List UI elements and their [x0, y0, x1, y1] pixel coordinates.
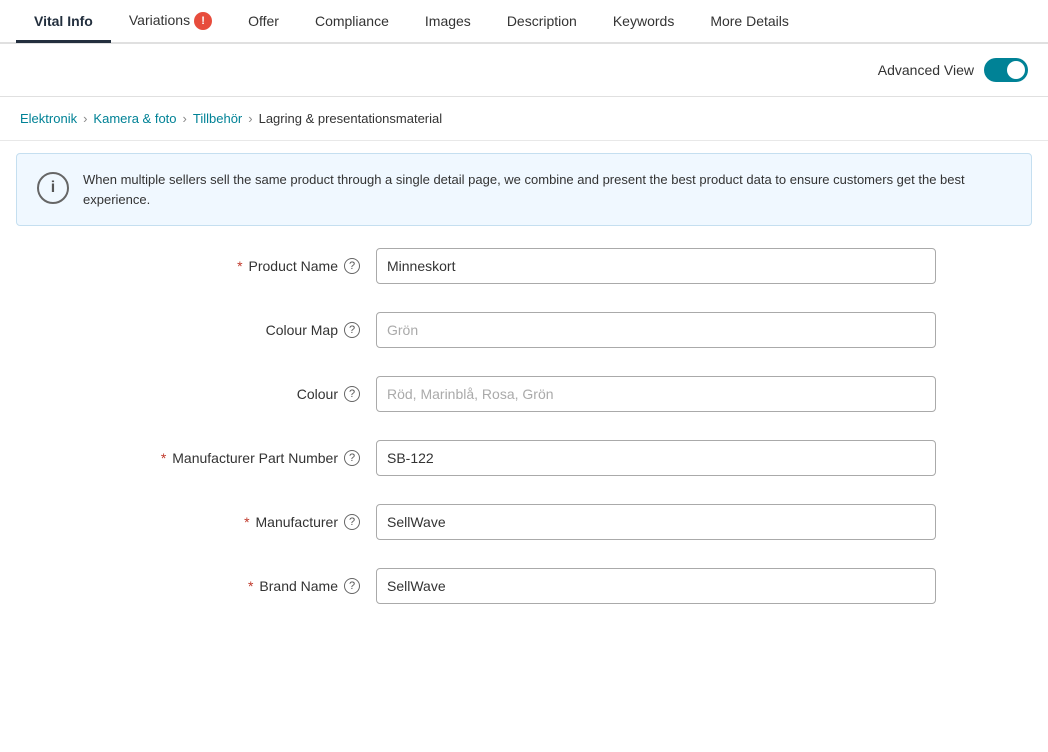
label-area-manufacturer-part-number: * Manufacturer Part Number?: [20, 450, 360, 466]
breadcrumb-item-0[interactable]: Elektronik: [20, 111, 77, 126]
form-row-manufacturer: * Manufacturer?: [20, 504, 1028, 540]
tab-navigation: Vital InfoVariations!OfferComplianceImag…: [0, 0, 1048, 44]
help-icon-manufacturer-part-number[interactable]: ?: [344, 450, 360, 466]
form-row-colour: Colour?: [20, 376, 1028, 412]
form-row-brand-name: * Brand Name?: [20, 568, 1028, 604]
advanced-view-toggle[interactable]: [984, 58, 1028, 82]
help-icon-manufacturer[interactable]: ?: [344, 514, 360, 530]
tab-keywords[interactable]: Keywords: [595, 1, 692, 41]
vital-info-form: *Product Name?Colour Map?Colour?*Manufac…: [0, 238, 1048, 662]
required-star-brand-name: *: [248, 578, 253, 594]
tab-description[interactable]: Description: [489, 1, 595, 41]
input-manufacturer[interactable]: [376, 504, 936, 540]
form-row-product-name: * Product Name?: [20, 248, 1028, 284]
label-area-brand-name: * Brand Name?: [20, 578, 360, 594]
label-area-colour-map: Colour Map?: [20, 322, 360, 338]
tab-vital-info[interactable]: Vital Info: [16, 1, 111, 41]
help-icon-brand-name[interactable]: ?: [344, 578, 360, 594]
label-area-colour: Colour?: [20, 386, 360, 402]
field-label-brand-name: Brand Name: [259, 578, 338, 594]
form-row-colour-map: Colour Map?: [20, 312, 1028, 348]
required-star-product-name: *: [237, 258, 242, 274]
form-row-manufacturer-part-number: * Manufacturer Part Number?: [20, 440, 1028, 476]
field-label-product-name: Product Name: [249, 258, 338, 274]
field-label-manufacturer: Manufacturer: [256, 514, 338, 530]
help-icon-colour-map[interactable]: ?: [344, 322, 360, 338]
required-star-manufacturer: *: [244, 514, 249, 530]
tab-variations[interactable]: Variations!: [111, 0, 230, 42]
help-icon-product-name[interactable]: ?: [344, 258, 360, 274]
input-product-name[interactable]: [376, 248, 936, 284]
breadcrumb-sep-0: ›: [83, 111, 87, 126]
label-area-product-name: * Product Name?: [20, 258, 360, 274]
breadcrumb-sep-1: ›: [183, 111, 187, 126]
field-label-colour: Colour: [297, 386, 338, 402]
required-star-manufacturer-part-number: *: [161, 450, 166, 466]
tab-offer[interactable]: Offer: [230, 1, 297, 41]
breadcrumb: Elektronik › Kamera & foto › Tillbehör › Lagri…: [0, 97, 1048, 141]
tab-compliance[interactable]: Compliance: [297, 1, 407, 41]
advanced-view-label: Advanced View: [878, 62, 974, 78]
info-icon: i: [37, 172, 69, 204]
breadcrumb-item-1[interactable]: Kamera & foto: [93, 111, 176, 126]
breadcrumb-sep-2: ›: [248, 111, 252, 126]
tab-badge-variations: !: [194, 12, 212, 30]
tab-images[interactable]: Images: [407, 1, 489, 41]
input-colour-map[interactable]: [376, 312, 936, 348]
field-label-manufacturer-part-number: Manufacturer Part Number: [172, 450, 338, 466]
tab-more-details[interactable]: More Details: [692, 1, 807, 41]
input-colour[interactable]: [376, 376, 936, 412]
info-banner: i When multiple sellers sell the same pr…: [16, 153, 1032, 226]
help-icon-colour[interactable]: ?: [344, 386, 360, 402]
input-brand-name[interactable]: [376, 568, 936, 604]
input-manufacturer-part-number[interactable]: [376, 440, 936, 476]
breadcrumb-item-2[interactable]: Tillbehör: [193, 111, 242, 126]
info-banner-text: When multiple sellers sell the same prod…: [83, 170, 1011, 209]
label-area-manufacturer: * Manufacturer?: [20, 514, 360, 530]
advanced-view-bar: Advanced View: [0, 44, 1048, 97]
field-label-colour-map: Colour Map: [266, 322, 338, 338]
breadcrumb-item-3: Lagring & presentationsmaterial: [259, 111, 443, 126]
